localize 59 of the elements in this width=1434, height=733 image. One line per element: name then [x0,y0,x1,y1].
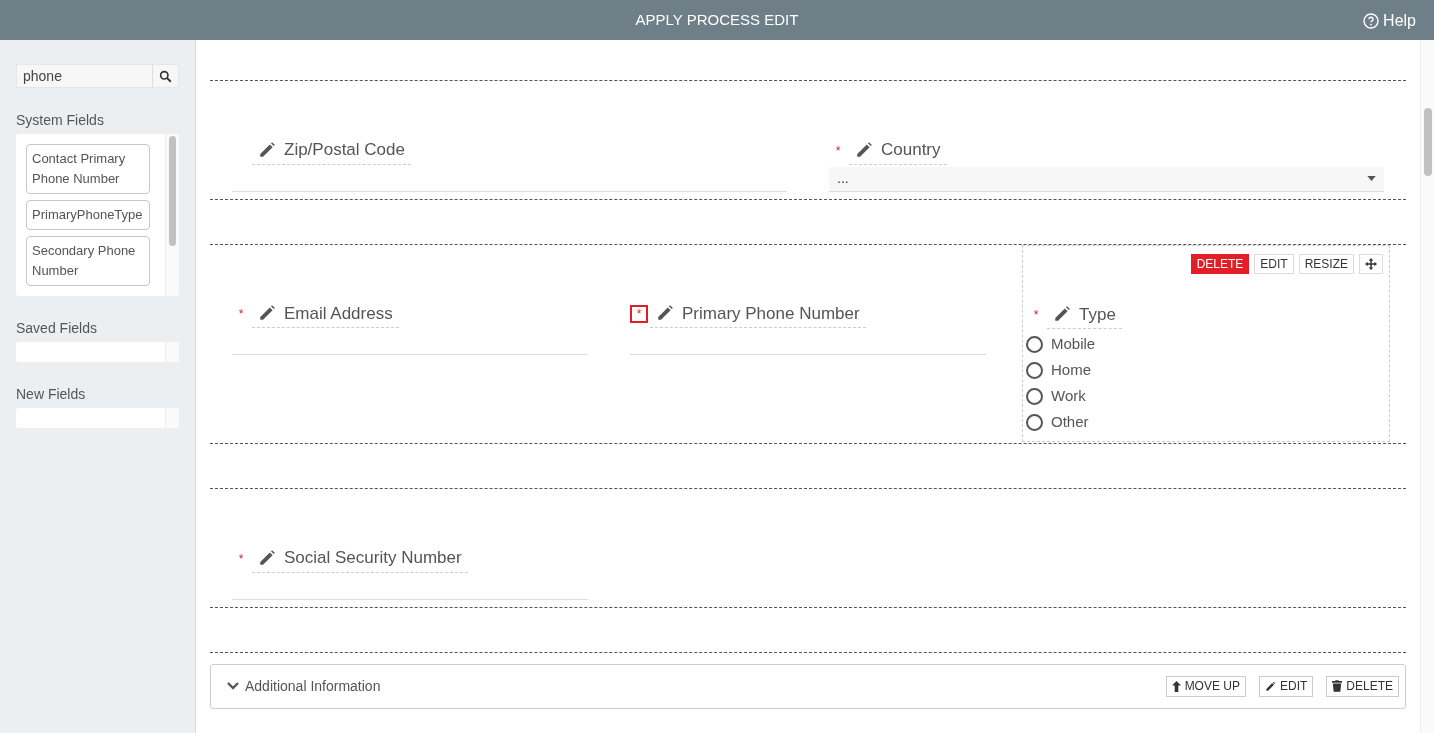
field-item[interactable]: Secondary Phone Number [26,236,150,286]
radio-option[interactable]: Work [1026,383,1383,409]
radio-button[interactable] [1026,335,1043,353]
field-item[interactable]: Contact Primary Phone Number [26,144,150,194]
scrollbar-thumb[interactable] [1423,108,1432,176]
required-mark: * [237,550,245,568]
form-field[interactable]: * Email Address [232,244,588,442]
field-label[interactable]: Email Address [252,300,399,328]
required-mark: * [237,306,245,324]
field-label[interactable]: Primary Phone Number [650,300,866,328]
help-link[interactable]: Help [1363,9,1416,33]
field-label[interactable]: Social Security Number [252,545,468,573]
field-label[interactable]: Country [849,137,947,165]
radio-button[interactable] [1026,361,1043,379]
section-header[interactable]: Additional Information [227,675,1166,697]
required-mark: * [834,142,842,160]
section-title: New Fields [16,385,87,404]
section-title: Saved Fields [16,319,98,338]
panel-action-button[interactable]: EDIT [1258,675,1314,697]
field-action-button[interactable]: RESIZE [1298,253,1354,274]
required-mark: * [630,305,648,324]
panel-action-button[interactable]: DELETE [1326,675,1399,697]
field-action-button[interactable]: DELETE [1190,253,1250,274]
form-field[interactable]: Zip/Postal Code [232,81,787,198]
caret-icon [1367,176,1376,181]
panel-action-button[interactable]: MOVE UP [1165,675,1246,697]
field-action-button[interactable]: EDIT [1254,253,1294,274]
pencil-icon [1053,305,1071,324]
country-dropdown[interactable]: ... [829,166,1384,192]
help-icon [1363,13,1380,29]
form-field[interactable]: * Country ... [829,81,1384,198]
radio-option[interactable]: Other [1026,409,1383,435]
move-handle[interactable] [1359,253,1383,274]
field-label[interactable]: Type [1047,301,1122,329]
section-title: System Fields [16,111,105,130]
pencil-icon [855,140,873,159]
form-field[interactable]: * Primary Phone Number [630,244,986,442]
radio-option[interactable]: Mobile [1026,331,1383,357]
radio-option[interactable]: Home [1026,357,1383,383]
radio-button[interactable] [1026,413,1043,431]
field-label[interactable]: Zip/Postal Code [252,137,411,165]
arrow-up-icon [1171,680,1181,692]
pencil-icon [656,304,674,323]
scrollbar-thumb[interactable] [169,136,176,246]
pencil-icon [1264,680,1276,692]
search-icon [159,69,172,83]
required-mark: * [1032,307,1040,325]
page-title: APPLY PROCESS EDIT [635,9,799,30]
search-field[interactable]: phone [16,64,179,88]
pencil-icon [258,140,276,159]
move-icon [1365,257,1377,270]
search-input[interactable]: phone [17,65,152,87]
field-item[interactable]: PrimaryPhoneType [26,200,150,230]
form-field[interactable]: * Social Security Number [232,489,588,606]
radio-button[interactable] [1026,387,1043,405]
pencil-icon [258,548,276,567]
trash-icon [1332,680,1343,692]
pencil-icon [258,304,276,323]
selected-field-frame[interactable]: DELETE EDIT RESIZE * Type Mobile Home Work Other [1022,244,1390,442]
